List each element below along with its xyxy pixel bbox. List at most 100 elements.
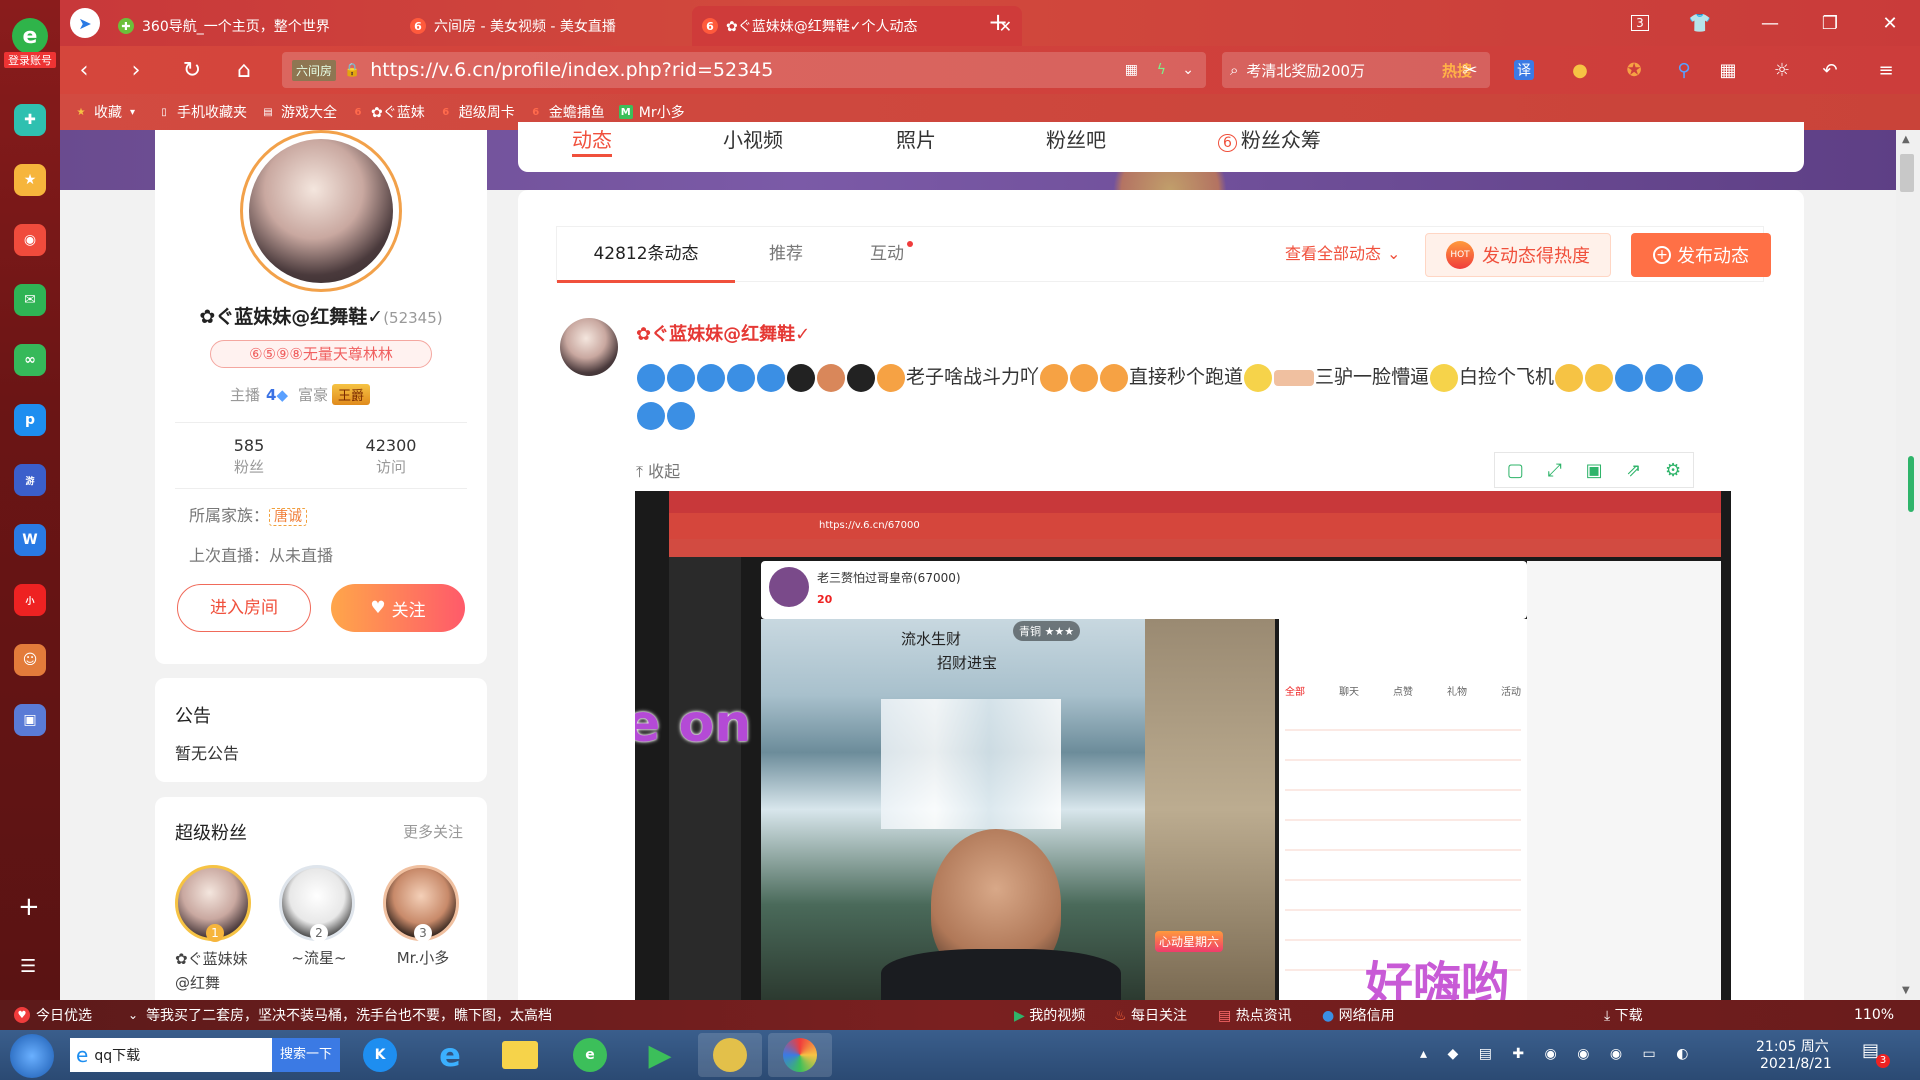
qr-icon[interactable]: ▦ xyxy=(1125,62,1138,78)
url-text[interactable]: https://v.6.cn/profile/index.php?rid=523… xyxy=(370,59,773,81)
notification-icon[interactable]: ▤ 3 xyxy=(1862,1040,1890,1068)
tray-icons[interactable]: ▴ ◆ ▤ ✚ ◉ ◉ ◉ ▭ ◐ xyxy=(1420,1046,1696,1062)
fan-item[interactable]: 2 ~流星~ xyxy=(279,865,359,968)
taskbar-app-k[interactable]: K xyxy=(348,1033,412,1077)
taskbar-folder[interactable] xyxy=(488,1033,552,1077)
bookmark-item[interactable]: 6 金蟾捕鱼 xyxy=(529,102,604,122)
taskbar-search[interactable]: e qq下载 搜索一下 xyxy=(70,1038,340,1072)
tab-profile[interactable]: 6 ✿ぐ蓝妹妹@红舞鞋✓个人动态 ✕ xyxy=(692,6,1022,46)
taskbar-avatar[interactable] xyxy=(698,1033,762,1077)
menu-icon[interactable]: ☰ xyxy=(20,956,36,977)
game-avatar-icon[interactable]: ☺ xyxy=(14,644,46,676)
restore-icon[interactable]: ❐ xyxy=(1810,8,1850,38)
taskbar-ie[interactable]: e xyxy=(418,1033,482,1077)
minimize-icon[interactable]: — xyxy=(1750,8,1790,38)
clock-time[interactable]: 21:05 周六 xyxy=(1756,1036,1829,1056)
apps-icon[interactable]: ▦ xyxy=(1714,56,1742,84)
tab-crowdfund[interactable]: 6 粉丝众筹 xyxy=(1218,124,1321,153)
scroll-down-icon[interactable]: ▼ xyxy=(1902,985,1910,996)
chevron-down-icon[interactable]: ⌄ xyxy=(1182,62,1194,78)
view-all-dropdown[interactable]: 查看全部动态 ⌄ xyxy=(1285,227,1400,281)
game-app-icon[interactable]: 游 xyxy=(14,464,46,496)
close-window-icon[interactable]: ✕ xyxy=(1870,8,1910,38)
tab-fanbar[interactable]: 粉丝吧 xyxy=(1046,124,1106,153)
doc-icon[interactable]: W xyxy=(14,524,46,556)
taskbar-browser[interactable] xyxy=(768,1033,832,1077)
browser-logo-icon[interactable]: e 登录账号 xyxy=(4,18,56,68)
forward-icon[interactable]: › xyxy=(120,54,152,86)
translate-icon[interactable]: 译 xyxy=(1510,56,1538,84)
add-sidebar-icon[interactable]: + xyxy=(18,892,40,922)
coin-icon[interactable]: ● xyxy=(1566,56,1594,84)
fan-item[interactable]: 3 Mr.小多 xyxy=(383,865,463,968)
tab-photos[interactable]: 照片 xyxy=(896,124,936,153)
zoom-level[interactable]: 110% xyxy=(1854,1007,1894,1023)
news-ticker[interactable]: 等我买了二套房，坚决不装马桶，洗手台也不要，瞧下图，太高档 xyxy=(146,1005,552,1025)
clock-date[interactable]: 2021/8/21 xyxy=(1760,1056,1832,1072)
save-icon[interactable]: ▣ xyxy=(1586,460,1603,481)
compass-icon[interactable]: ➤ xyxy=(70,8,100,38)
search-button[interactable]: 搜索一下 xyxy=(271,1038,340,1072)
video-player[interactable]: https://v.6.cn/67000 老三赘怕过哥皇帝(67000) 20 … xyxy=(635,491,1731,1000)
tab-recommend[interactable]: 推荐 xyxy=(735,227,837,281)
settings-icon[interactable]: ⚙ xyxy=(1665,460,1681,481)
bookmark-item[interactable]: 6 ✿ぐ蓝妹 xyxy=(351,102,425,122)
menu-icon[interactable]: ≡ xyxy=(1872,56,1900,84)
weibo-icon[interactable]: ◉ xyxy=(14,224,46,256)
taskbar-360[interactable]: e xyxy=(558,1033,622,1077)
start-button[interactable] xyxy=(10,1034,54,1078)
status-item-video[interactable]: ▶ 我的视频 xyxy=(1014,1005,1085,1025)
back-icon[interactable]: ‹ xyxy=(68,54,100,86)
login-label[interactable]: 登录账号 xyxy=(4,52,56,68)
family-badge[interactable]: 唐诚 xyxy=(269,508,308,526)
scissors-icon[interactable]: ✂ xyxy=(1456,56,1484,84)
tab-shortvideo[interactable]: 小视频 xyxy=(723,124,783,153)
shirt-icon[interactable]: 👕 xyxy=(1680,8,1720,38)
status-item-credit[interactable]: ● 网络信用 xyxy=(1322,1005,1395,1025)
fullscreen-icon[interactable]: ⤢ xyxy=(1548,460,1562,481)
scroll-up-icon[interactable]: ▲ xyxy=(1902,134,1910,145)
bookmark-item[interactable]: ▯ 手机收藏夹 xyxy=(157,102,247,122)
tab-interact[interactable]: 互动 xyxy=(837,227,937,281)
bookmark-item[interactable]: ★ 收藏 ▾ xyxy=(74,102,136,122)
tab-360[interactable]: ✚ 360导航_一个主页，整个世界 xyxy=(108,6,400,46)
download-button[interactable]: ⤓ 下载 xyxy=(1604,1005,1643,1025)
post-author-name[interactable]: ✿ぐ蓝妹妹@红舞鞋✓ xyxy=(636,320,810,346)
bookmark-item[interactable]: 6 超级周卡 xyxy=(439,102,514,122)
hot-button[interactable]: HOT 发动态得热度 xyxy=(1425,233,1611,277)
add-app-icon[interactable]: ✚ xyxy=(14,104,46,136)
today-picks[interactable]: 今日优选 xyxy=(36,1005,92,1025)
bookmark-item[interactable]: ▤ 游戏大全 xyxy=(261,102,337,122)
tab-dynamic[interactable]: 动态 xyxy=(572,124,612,153)
star-icon[interactable]: ★ xyxy=(14,164,46,196)
status-item-news[interactable]: ▤ 热点资讯 xyxy=(1218,1005,1292,1025)
brightness-icon[interactable]: ☼ xyxy=(1768,56,1796,84)
loop-icon[interactable]: ∞ xyxy=(14,344,46,376)
more-follow-link[interactable]: 更多关注 xyxy=(403,821,463,842)
publish-button[interactable]: + 发布动态 xyxy=(1631,233,1771,277)
magnifier-icon[interactable]: ⚲ xyxy=(1670,56,1698,84)
p-app-icon[interactable]: p xyxy=(14,404,46,436)
share-icon[interactable]: ⇗ xyxy=(1626,460,1641,481)
gamepad-icon[interactable]: ✪ xyxy=(1620,56,1648,84)
fan-item[interactable]: 1 ✿ぐ蓝妹妹@红舞 xyxy=(175,865,255,995)
new-tab-button[interactable]: + xyxy=(988,8,1008,36)
tab-dynamic-count[interactable]: 42812条动态 xyxy=(557,227,735,283)
game2-icon[interactable]: ▣ xyxy=(14,704,46,736)
bookmark-item[interactable]: M Mr小多 xyxy=(618,102,685,122)
follow-button[interactable]: ♥ 关注 xyxy=(331,584,465,632)
enter-room-button[interactable]: 进入房间 xyxy=(177,584,311,632)
url-field[interactable]: 六间房 🔒 https://v.6.cn/profile/index.php?r… xyxy=(282,52,1206,88)
status-item-follow[interactable]: ♨ 每日关注 xyxy=(1114,1005,1187,1025)
avatar[interactable] xyxy=(240,130,402,292)
page-scrollbar[interactable]: ▲ ▼ xyxy=(1896,130,1920,1000)
pip-icon[interactable]: ▢ xyxy=(1507,460,1524,481)
collapse-link[interactable]: ⤒ 收起 xyxy=(636,458,680,482)
tab-6cn[interactable]: 6 六间房 - 美女视频 - 美女直播 xyxy=(400,6,692,46)
scroll-thumb[interactable] xyxy=(1900,154,1914,192)
search-input[interactable]: ⌕ 考清北奖励200万 热搜 xyxy=(1222,52,1490,88)
refresh-icon[interactable]: ↻ xyxy=(176,54,208,86)
mail-icon[interactable]: ✉ xyxy=(14,284,46,316)
home-icon[interactable]: ⌂ xyxy=(228,54,260,86)
side-slider[interactable] xyxy=(1908,456,1914,512)
